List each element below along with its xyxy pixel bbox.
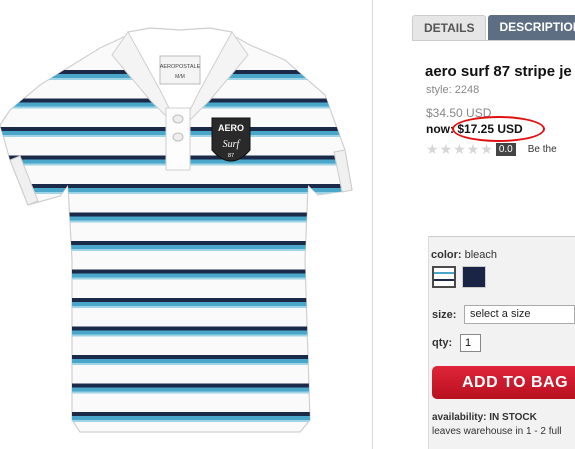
product-title: aero surf 87 stripe je (425, 63, 572, 80)
availability-status: availability: IN STOCK (432, 412, 537, 423)
qty-label: qty: (432, 337, 453, 349)
tab-underline (412, 40, 575, 41)
svg-text:M/M: M/M (175, 74, 185, 80)
stripe-light (0, 277, 352, 280)
product-tabs: DETAILS DESCRIPTION (412, 15, 575, 40)
size-select[interactable]: select a size (464, 305, 575, 324)
product-image[interactable]: AEROPOSTALE M/M AERO Surf 87 (0, 0, 372, 449)
svg-text:AERO: AERO (218, 123, 244, 133)
rating-row: ★ ★ ★ ★ ★ 0.0 Be the (426, 142, 557, 156)
star-icon[interactable]: ★ (426, 142, 439, 156)
price-highlight-circle (452, 116, 545, 142)
svg-text:Surf: Surf (223, 139, 241, 150)
color-swatch-bleach[interactable] (432, 266, 456, 288)
stripe-light (0, 220, 352, 223)
svg-text:87: 87 (228, 153, 234, 159)
write-review-link[interactable]: Be the (528, 144, 557, 155)
stripe-light (0, 306, 352, 308)
quantity-input[interactable]: 1 (460, 334, 481, 352)
stripe-light (0, 249, 352, 251)
tab-details[interactable]: DETAILS (412, 15, 487, 40)
product-page: AEROPOSTALE M/M AERO Surf 87 DETAILS DES… (0, 0, 575, 449)
svg-text:AEROPOSTALE: AEROPOSTALE (160, 64, 201, 70)
color-swatch-navy[interactable] (462, 266, 486, 288)
stripe-light (0, 391, 352, 394)
star-icon[interactable]: ★ (453, 142, 466, 156)
stripe-blue (0, 416, 352, 420)
add-to-bag-button[interactable]: ADD TO BAG (432, 366, 575, 399)
stripe-navy (0, 269, 352, 274)
availability-label: availability: (432, 412, 487, 423)
stripe-blue (0, 188, 352, 192)
stripe-navy (0, 298, 352, 302)
stripe-navy (0, 355, 352, 359)
vertical-divider (372, 0, 373, 449)
stripe-navy (0, 184, 352, 188)
stripe-navy (0, 383, 352, 388)
shipping-note: leaves warehouse in 1 - 2 full (432, 426, 562, 437)
color-label-prefix: color: (431, 249, 462, 261)
shirt-brand-tag: AEROPOSTALE M/M (159, 55, 201, 85)
star-icon[interactable]: ★ (467, 142, 480, 156)
sale-price-label: now (426, 122, 450, 136)
stripe-light (0, 334, 352, 337)
aero-surf-patch-logo: AERO Surf 87 (211, 117, 251, 162)
product-style-number: style: 2248 (426, 84, 480, 96)
stripe-navy (0, 412, 352, 416)
stripe-navy (0, 326, 352, 331)
size-label: size: (432, 309, 457, 321)
stripe-blue (0, 273, 352, 278)
stripe-navy (0, 212, 352, 217)
stripe-blue (0, 302, 352, 306)
star-icon[interactable]: ★ (480, 142, 493, 156)
availability-value: IN STOCK (489, 412, 537, 423)
stripe-blue (0, 387, 352, 392)
stripe-light (0, 363, 352, 365)
polo-shirt-illustration: AEROPOSTALE M/M AERO Surf 87 (0, 27, 353, 433)
color-label: color: bleach (431, 249, 497, 261)
rating-score-badge: 0.0 (495, 142, 516, 156)
stripe-blue (0, 216, 352, 221)
color-value: bleach (464, 249, 498, 261)
star-icon[interactable]: ★ (440, 142, 453, 156)
stripe-blue (0, 359, 352, 363)
stripe-navy (0, 241, 352, 245)
stripe-blue (0, 245, 352, 249)
tab-description[interactable]: DESCRIPTION (488, 15, 575, 40)
stripe-blue (0, 330, 352, 335)
stripe-light (0, 420, 352, 422)
